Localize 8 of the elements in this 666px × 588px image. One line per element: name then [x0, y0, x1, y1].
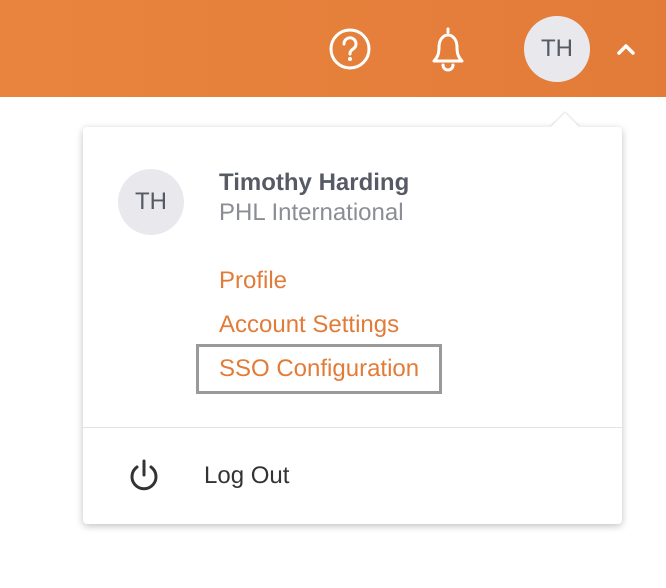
menu-link[interactable]: SSO Configuration: [196, 344, 442, 394]
user-avatar[interactable]: TH: [524, 16, 590, 82]
user-name: Timothy Harding: [219, 168, 410, 198]
user-avatar: TH: [118, 169, 184, 235]
caret-icon[interactable]: [616, 42, 636, 56]
organization-name: PHL International: [219, 198, 405, 228]
log-out-link[interactable]: Log Out: [204, 462, 290, 490]
help-icon[interactable]: [328, 26, 372, 70]
